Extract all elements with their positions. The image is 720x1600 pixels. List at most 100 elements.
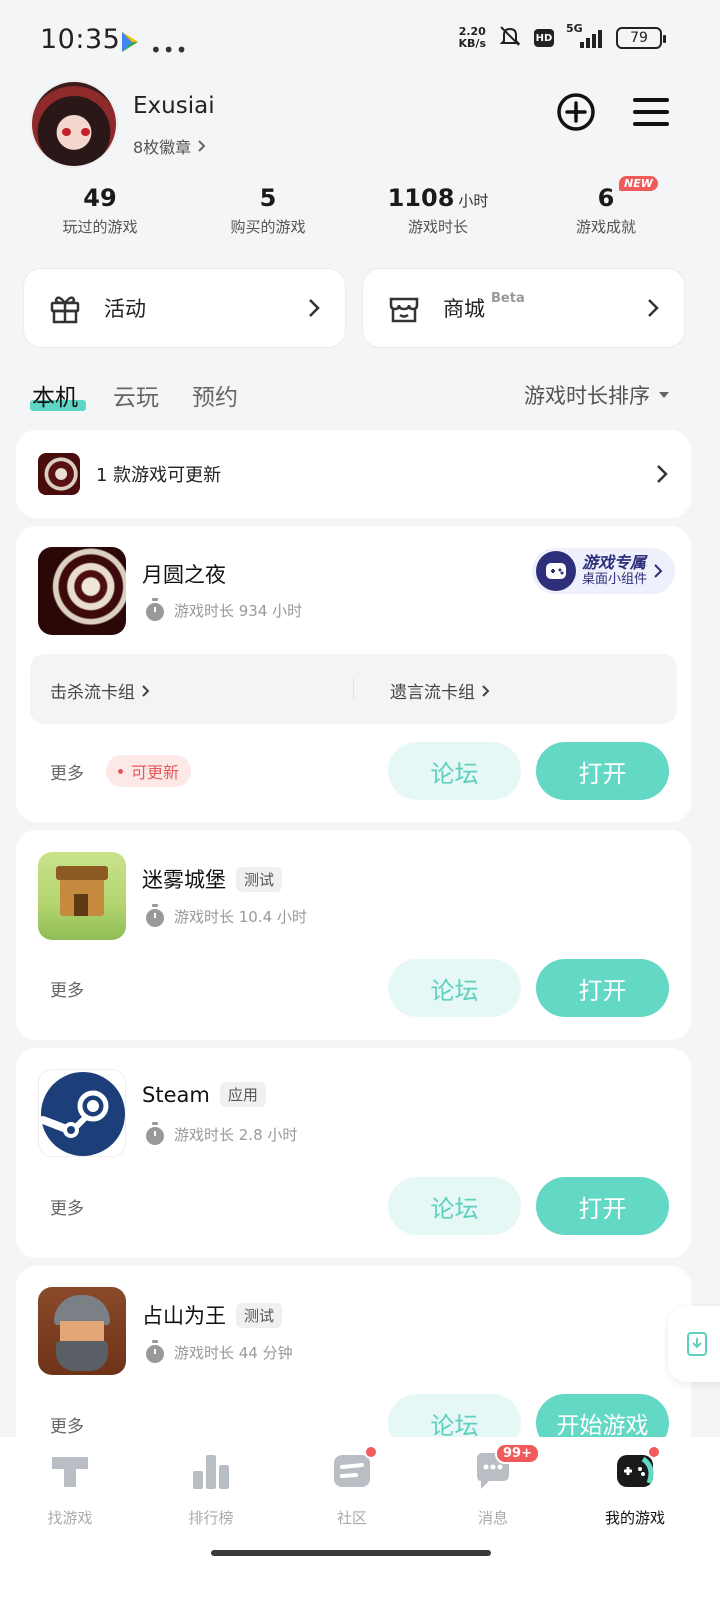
sort-dropdown[interactable]: 游戏时长排序 — [524, 380, 670, 410]
chevron-right-icon — [198, 140, 206, 152]
tab-local[interactable]: 本机 — [32, 378, 78, 412]
download-icon — [687, 1332, 707, 1356]
game-tag: 测试 — [236, 866, 283, 892]
stat-purchased-games[interactable]: 5 购买的游戏 — [188, 184, 348, 237]
red-dot-icon — [364, 1445, 378, 1459]
community-icon — [330, 1445, 378, 1493]
deck-bar: 击杀流卡组 遗言流卡组 — [30, 654, 677, 724]
activity-label: 活动 — [104, 297, 146, 321]
stopwatch-icon — [146, 1122, 164, 1145]
username[interactable]: Exusiai — [133, 93, 215, 119]
nav-messages[interactable]: 99+ 消息 — [438, 1443, 548, 1528]
game-title[interactable]: 占山为王 — [142, 1300, 226, 1330]
open-button[interactable]: 打开 — [536, 1177, 669, 1235]
badges-count: 8枚徽章 — [133, 138, 192, 157]
update-notice-text: 1 款游戏可更新 — [96, 465, 222, 486]
home-indicator[interactable] — [211, 1550, 491, 1556]
more-button[interactable]: 更多 — [50, 1194, 84, 1219]
nav-find-game[interactable]: 找游戏 — [15, 1449, 125, 1528]
activity-card[interactable]: 活动 — [23, 268, 346, 348]
badges-link[interactable]: 8枚徽章 — [133, 134, 207, 158]
game-card: 占山为王 测试 游戏时长 44 分钟 更多 论坛 开始游戏 — [16, 1266, 691, 1466]
forum-button[interactable]: 论坛 — [388, 1177, 521, 1235]
playtime-text: 游戏时长 2.8 小时 — [174, 1125, 298, 1144]
chevron-right-icon — [654, 564, 663, 578]
playtime-text: 游戏时长 10.4 小时 — [174, 907, 307, 926]
widget-subtitle: 桌面小组件 — [581, 572, 647, 587]
beta-label: Beta — [491, 291, 525, 306]
find-game-icon — [48, 1449, 92, 1493]
deck-divider — [353, 678, 354, 700]
nav-community[interactable]: 社区 — [297, 1445, 407, 1528]
battery-indicator: 79 — [616, 27, 666, 49]
chevron-right-icon — [309, 299, 320, 317]
store-label: 商城 — [443, 297, 485, 321]
more-button[interactable]: 更多 — [50, 976, 84, 1001]
widget-title: 游戏专属 — [581, 553, 646, 572]
game-title[interactable]: Steam — [142, 1083, 210, 1107]
message-count-badge: 99+ — [495, 1443, 540, 1464]
hd-icon: HD — [534, 29, 554, 47]
stopwatch-icon — [146, 598, 164, 621]
game-card: Steam 应用 游戏时长 2.8 小时 更多 论坛 打开 — [16, 1048, 691, 1258]
tab-cloud[interactable]: 云玩 — [113, 378, 159, 412]
deck-link[interactable]: 遗言流卡组 — [390, 678, 490, 703]
signal-icon: 5G — [566, 22, 604, 48]
bottom-nav: 找游戏 排行榜 社区 99+ 消息 我的游戏 — [0, 1437, 720, 1600]
game-thumb-icon — [38, 453, 80, 495]
update-notice-card[interactable]: 1 款游戏可更新 — [16, 430, 691, 518]
game-card: 迷雾城堡 测试 游戏时长 10.4 小时 更多 论坛 打开 — [16, 830, 691, 1040]
gift-icon — [50, 296, 80, 324]
chevron-right-icon — [648, 299, 659, 317]
game-tag: 测试 — [236, 1302, 283, 1328]
game-tag: 应用 — [219, 1082, 266, 1107]
open-button[interactable]: 打开 — [536, 742, 669, 800]
message-icon: 99+ — [471, 1443, 540, 1493]
mountain-king-game-icon[interactable] — [38, 1287, 126, 1375]
forum-button[interactable]: 论坛 — [388, 742, 521, 800]
tab-reserve[interactable]: 预约 — [192, 378, 238, 412]
download-manager-button[interactable] — [668, 1306, 720, 1382]
open-button[interactable]: 打开 — [536, 959, 669, 1017]
playtime-text: 游戏时长 44 分钟 — [174, 1343, 293, 1362]
steam-game-icon[interactable] — [38, 1069, 126, 1157]
game-title[interactable]: 月圆之夜 — [142, 559, 226, 589]
play-store-icon — [120, 31, 140, 57]
store-card[interactable]: 商城 Beta — [362, 268, 685, 348]
net-speed: 2.20 KB/s — [458, 25, 486, 50]
update-badge[interactable]: 可更新 — [106, 755, 192, 787]
gamepad-icon — [535, 551, 576, 591]
new-badge: NEW — [619, 176, 658, 191]
more-notifications-icon: ••• — [150, 38, 189, 62]
status-time: 10:35 — [40, 24, 121, 55]
nav-my-games[interactable]: 我的游戏 — [580, 1445, 690, 1528]
nav-ranking[interactable]: 排行榜 — [156, 1449, 266, 1528]
sort-label: 游戏时长排序 — [524, 384, 650, 408]
game-title[interactable]: 迷雾城堡 — [142, 864, 226, 894]
stat-playtime[interactable]: 1108 小时 游戏时长 — [358, 184, 518, 237]
forum-button[interactable]: 论坛 — [388, 959, 521, 1017]
red-dot-icon — [647, 1445, 661, 1459]
stat-played-games[interactable]: 49 玩过的游戏 — [20, 184, 180, 237]
stopwatch-icon — [146, 904, 164, 927]
more-button[interactable]: 更多 — [50, 1412, 84, 1437]
add-circle-icon[interactable] — [556, 92, 596, 132]
caret-down-icon — [659, 392, 669, 398]
chevron-right-icon — [142, 684, 150, 697]
more-button[interactable]: 更多 — [50, 759, 84, 784]
store-icon — [389, 297, 419, 323]
chevron-right-icon — [657, 465, 668, 483]
stat-achievements[interactable]: 6 NEW 游戏成就 — [526, 176, 686, 237]
menu-icon[interactable] — [632, 92, 672, 132]
gamepad-icon — [613, 1445, 661, 1493]
moon-night-game-icon[interactable] — [38, 547, 126, 635]
chevron-right-icon — [482, 684, 490, 697]
mute-bell-icon — [498, 24, 522, 52]
stopwatch-icon — [146, 1340, 164, 1363]
status-right: 2.20 KB/s HD 5G 79 — [458, 22, 666, 52]
misty-castle-game-icon[interactable] — [38, 852, 126, 940]
playtime-text: 游戏时长 934 小时 — [174, 601, 303, 620]
avatar[interactable] — [30, 80, 118, 168]
desktop-widget-button[interactable]: 游戏专属 桌面小组件 — [531, 548, 675, 594]
deck-link[interactable]: 击杀流卡组 — [50, 678, 150, 703]
